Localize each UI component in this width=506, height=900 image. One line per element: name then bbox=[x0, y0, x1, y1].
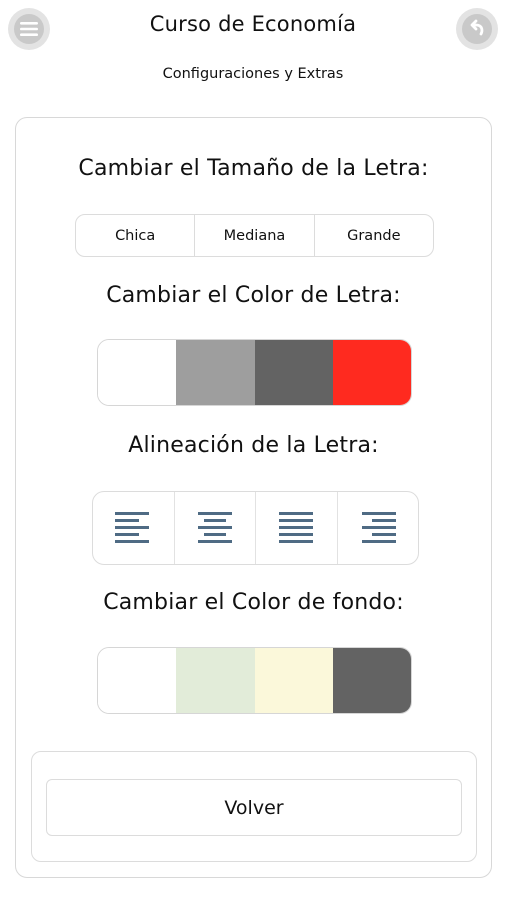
background-color-selector bbox=[97, 647, 412, 714]
page-subtitle: Configuraciones y Extras bbox=[162, 66, 344, 82]
bg-color-white-swatch[interactable] bbox=[98, 648, 177, 713]
settings-screen: Curso de Economía Configuraciones y Extr… bbox=[0, 0, 506, 900]
align-justify-icon bbox=[279, 512, 314, 543]
back-button-header[interactable] bbox=[456, 8, 498, 50]
back-arrow-icon bbox=[470, 19, 484, 36]
text-color-title: Cambiar el Color de Letra: bbox=[106, 283, 401, 308]
text-color-selector bbox=[97, 339, 412, 406]
align-right-button[interactable] bbox=[338, 492, 419, 564]
bg-color-green-swatch[interactable] bbox=[176, 648, 255, 713]
alignment-selector bbox=[92, 491, 419, 565]
align-right-icon bbox=[361, 512, 396, 543]
align-justify-button[interactable] bbox=[256, 492, 338, 564]
app-title: Curso de Economía bbox=[149, 12, 357, 36]
font-size-title: Cambiar el Tamaño de la Letra: bbox=[78, 156, 429, 181]
text-color-white-swatch[interactable] bbox=[98, 340, 177, 405]
align-left-icon bbox=[115, 512, 150, 543]
volver-button[interactable]: Volver bbox=[46, 779, 462, 836]
text-color-red-swatch[interactable] bbox=[332, 340, 411, 405]
text-color-lightgray-swatch[interactable] bbox=[176, 340, 255, 405]
font-size-large-option[interactable]: Grande bbox=[315, 215, 433, 256]
align-center-button[interactable] bbox=[175, 492, 256, 564]
font-size-small-option[interactable]: Chica bbox=[76, 215, 196, 256]
bg-color-darkgray-swatch[interactable] bbox=[332, 648, 411, 713]
alignment-title: Alineación de la Letra: bbox=[128, 433, 379, 458]
bg-color-yellow-swatch[interactable] bbox=[254, 648, 333, 713]
footer-panel: Volver bbox=[31, 751, 477, 862]
align-center-icon bbox=[197, 512, 232, 543]
settings-card: Cambiar el Tamaño de la Letra: Chica Med… bbox=[15, 117, 492, 878]
font-size-medium-option[interactable]: Mediana bbox=[195, 215, 315, 256]
align-left-button[interactable] bbox=[93, 492, 175, 564]
text-color-darkgray-swatch[interactable] bbox=[254, 340, 333, 405]
background-color-title: Cambiar el Color de fondo: bbox=[103, 590, 404, 615]
font-size-selector: Chica Mediana Grande bbox=[75, 214, 434, 257]
